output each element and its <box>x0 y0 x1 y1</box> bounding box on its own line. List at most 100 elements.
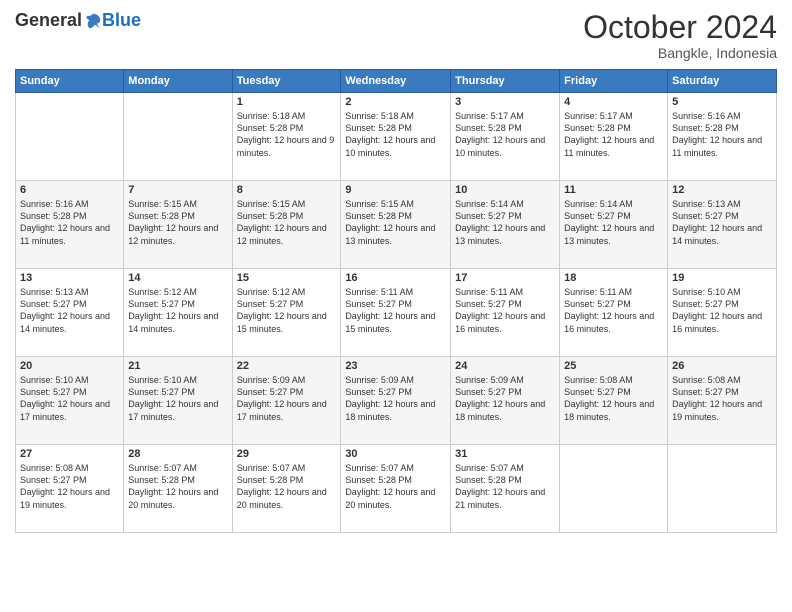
calendar-cell: 3 Sunrise: 5:17 AM Sunset: 5:28 PM Daylig… <box>451 93 560 181</box>
calendar-cell: 10 Sunrise: 5:14 AM Sunset: 5:27 PM Dayli… <box>451 181 560 269</box>
day-number: 22 <box>237 360 337 372</box>
title-section: October 2024 Bangkle, Indonesia <box>583 10 777 61</box>
day-number: 30 <box>345 448 446 460</box>
day-number: 9 <box>345 184 446 196</box>
day-number: 16 <box>345 272 446 284</box>
calendar-cell: 21 Sunrise: 5:10 AM Sunset: 5:27 PM Dayli… <box>124 357 232 445</box>
month-title: October 2024 <box>583 10 777 45</box>
day-info: Sunrise: 5:09 AM Sunset: 5:27 PM Dayligh… <box>345 374 446 423</box>
day-info: Sunrise: 5:18 AM Sunset: 5:28 PM Dayligh… <box>345 110 446 159</box>
page: General Blue October 2024 Bangkle, Indon… <box>0 0 792 612</box>
calendar-cell <box>124 93 232 181</box>
calendar-cell: 14Sunrise: 5:12 AM Sunset: 5:27 PM Dayli… <box>124 269 232 357</box>
day-info: Sunrise: 5:16 AM Sunset: 5:28 PM Dayligh… <box>672 110 772 159</box>
day-number: 2 <box>345 96 446 108</box>
calendar-cell: 5 Sunrise: 5:16 AM Sunset: 5:28 PM Daylig… <box>668 93 777 181</box>
calendar-week-4: 20 Sunrise: 5:10 AM Sunset: 5:27 PM Dayli… <box>16 357 777 445</box>
day-info: Sunrise: 5:09 AM Sunset: 5:27 PM Dayligh… <box>237 374 337 423</box>
calendar-cell: 7 Sunrise: 5:15 AM Sunset: 5:28 PM Daylig… <box>124 181 232 269</box>
day-info: Sunrise: 5:09 AM Sunset: 5:27 PM Dayligh… <box>455 374 555 423</box>
day-info: Sunrise: 5:15 AM Sunset: 5:28 PM Dayligh… <box>237 198 337 247</box>
day-info: Sunrise: 5:17 AM Sunset: 5:28 PM Dayligh… <box>455 110 555 159</box>
day-info: Sunrise: 5:12 AM Sunset: 5:27 PM Dayligh… <box>237 286 337 335</box>
header-saturday: Saturday <box>668 70 777 93</box>
day-number: 4 <box>564 96 663 108</box>
day-number: 11 <box>564 184 663 196</box>
calendar-cell: 26 Sunrise: 5:08 AM Sunset: 5:27 PM Dayli… <box>668 357 777 445</box>
calendar-cell: 8Sunrise: 5:15 AM Sunset: 5:28 PM Daylig… <box>232 181 341 269</box>
calendar-cell: 4 Sunrise: 5:17 AM Sunset: 5:28 PM Daylig… <box>560 93 668 181</box>
day-info: Sunrise: 5:11 AM Sunset: 5:27 PM Dayligh… <box>455 286 555 335</box>
day-info: Sunrise: 5:07 AM Sunset: 5:28 PM Dayligh… <box>237 462 337 511</box>
day-info: Sunrise: 5:15 AM Sunset: 5:28 PM Dayligh… <box>345 198 446 247</box>
calendar-week-1: 1 Sunrise: 5:18 AM Sunset: 5:28 PM Daylig… <box>16 93 777 181</box>
calendar-cell <box>668 445 777 533</box>
calendar-cell: 11Sunrise: 5:14 AM Sunset: 5:27 PM Dayli… <box>560 181 668 269</box>
calendar-cell: 17Sunrise: 5:11 AM Sunset: 5:27 PM Dayli… <box>451 269 560 357</box>
day-number: 26 <box>672 360 772 372</box>
calendar-cell: 24Sunrise: 5:09 AM Sunset: 5:27 PM Dayli… <box>451 357 560 445</box>
calendar-cell: 20Sunrise: 5:10 AM Sunset: 5:27 PM Dayli… <box>16 357 124 445</box>
day-info: Sunrise: 5:10 AM Sunset: 5:27 PM Dayligh… <box>128 374 227 423</box>
calendar-cell: 6 Sunrise: 5:16 AM Sunset: 5:28 PM Daylig… <box>16 181 124 269</box>
day-number: 31 <box>455 448 555 460</box>
calendar-week-5: 27Sunrise: 5:08 AM Sunset: 5:27 PM Dayli… <box>16 445 777 533</box>
logo-blue: Blue <box>102 10 141 31</box>
header-thursday: Thursday <box>451 70 560 93</box>
calendar-cell: 1 Sunrise: 5:18 AM Sunset: 5:28 PM Daylig… <box>232 93 341 181</box>
calendar-cell: 16 Sunrise: 5:11 AM Sunset: 5:27 PM Dayli… <box>341 269 451 357</box>
calendar-cell: 28Sunrise: 5:07 AM Sunset: 5:28 PM Dayli… <box>124 445 232 533</box>
day-number: 10 <box>455 184 555 196</box>
header-wednesday: Wednesday <box>341 70 451 93</box>
calendar-cell: 2 Sunrise: 5:18 AM Sunset: 5:28 PM Daylig… <box>341 93 451 181</box>
calendar-cell: 9 Sunrise: 5:15 AM Sunset: 5:28 PM Daylig… <box>341 181 451 269</box>
day-info: Sunrise: 5:08 AM Sunset: 5:27 PM Dayligh… <box>564 374 663 423</box>
calendar-cell: 29 Sunrise: 5:07 AM Sunset: 5:28 PM Dayli… <box>232 445 341 533</box>
header-sunday: Sunday <box>16 70 124 93</box>
day-number: 20 <box>20 360 119 372</box>
day-info: Sunrise: 5:13 AM Sunset: 5:27 PM Dayligh… <box>20 286 119 335</box>
calendar-cell: 19 Sunrise: 5:10 AM Sunset: 5:27 PM Dayli… <box>668 269 777 357</box>
logo-text: General Blue <box>15 10 141 31</box>
calendar-cell: 30 Sunrise: 5:07 AM Sunset: 5:28 PM Dayli… <box>341 445 451 533</box>
day-number: 13 <box>20 272 119 284</box>
header-friday: Friday <box>560 70 668 93</box>
day-info: Sunrise: 5:14 AM Sunset: 5:27 PM Dayligh… <box>455 198 555 247</box>
day-info: Sunrise: 5:10 AM Sunset: 5:27 PM Dayligh… <box>672 286 772 335</box>
day-info: Sunrise: 5:16 AM Sunset: 5:28 PM Dayligh… <box>20 198 119 247</box>
calendar-table: Sunday Monday Tuesday Wednesday Thursday… <box>15 69 777 533</box>
calendar-cell: 27Sunrise: 5:08 AM Sunset: 5:27 PM Dayli… <box>16 445 124 533</box>
day-number: 1 <box>237 96 337 108</box>
calendar-cell: 13 Sunrise: 5:13 AM Sunset: 5:27 PM Dayli… <box>16 269 124 357</box>
day-number: 7 <box>128 184 227 196</box>
day-number: 23 <box>345 360 446 372</box>
day-number: 6 <box>20 184 119 196</box>
logo: General Blue <box>15 10 141 31</box>
day-info: Sunrise: 5:08 AM Sunset: 5:27 PM Dayligh… <box>672 374 772 423</box>
day-number: 29 <box>237 448 337 460</box>
calendar-cell: 23 Sunrise: 5:09 AM Sunset: 5:27 PM Dayli… <box>341 357 451 445</box>
day-info: Sunrise: 5:07 AM Sunset: 5:28 PM Dayligh… <box>345 462 446 511</box>
weekday-header-row: Sunday Monday Tuesday Wednesday Thursday… <box>16 70 777 93</box>
logo-bird-icon <box>84 12 102 30</box>
day-info: Sunrise: 5:11 AM Sunset: 5:27 PM Dayligh… <box>564 286 663 335</box>
day-number: 21 <box>128 360 227 372</box>
day-info: Sunrise: 5:17 AM Sunset: 5:28 PM Dayligh… <box>564 110 663 159</box>
header: General Blue October 2024 Bangkle, Indon… <box>15 10 777 61</box>
day-info: Sunrise: 5:18 AM Sunset: 5:28 PM Dayligh… <box>237 110 337 159</box>
day-info: Sunrise: 5:15 AM Sunset: 5:28 PM Dayligh… <box>128 198 227 247</box>
calendar-cell <box>16 93 124 181</box>
day-info: Sunrise: 5:08 AM Sunset: 5:27 PM Dayligh… <box>20 462 119 511</box>
day-number: 19 <box>672 272 772 284</box>
day-info: Sunrise: 5:11 AM Sunset: 5:27 PM Dayligh… <box>345 286 446 335</box>
day-number: 3 <box>455 96 555 108</box>
calendar-week-2: 6 Sunrise: 5:16 AM Sunset: 5:28 PM Daylig… <box>16 181 777 269</box>
calendar-cell: 15 Sunrise: 5:12 AM Sunset: 5:27 PM Dayli… <box>232 269 341 357</box>
day-number: 14 <box>128 272 227 284</box>
day-number: 15 <box>237 272 337 284</box>
day-number: 18 <box>564 272 663 284</box>
day-number: 5 <box>672 96 772 108</box>
calendar-week-3: 13 Sunrise: 5:13 AM Sunset: 5:27 PM Dayli… <box>16 269 777 357</box>
logo-general: General <box>15 10 82 31</box>
day-info: Sunrise: 5:07 AM Sunset: 5:28 PM Dayligh… <box>455 462 555 511</box>
